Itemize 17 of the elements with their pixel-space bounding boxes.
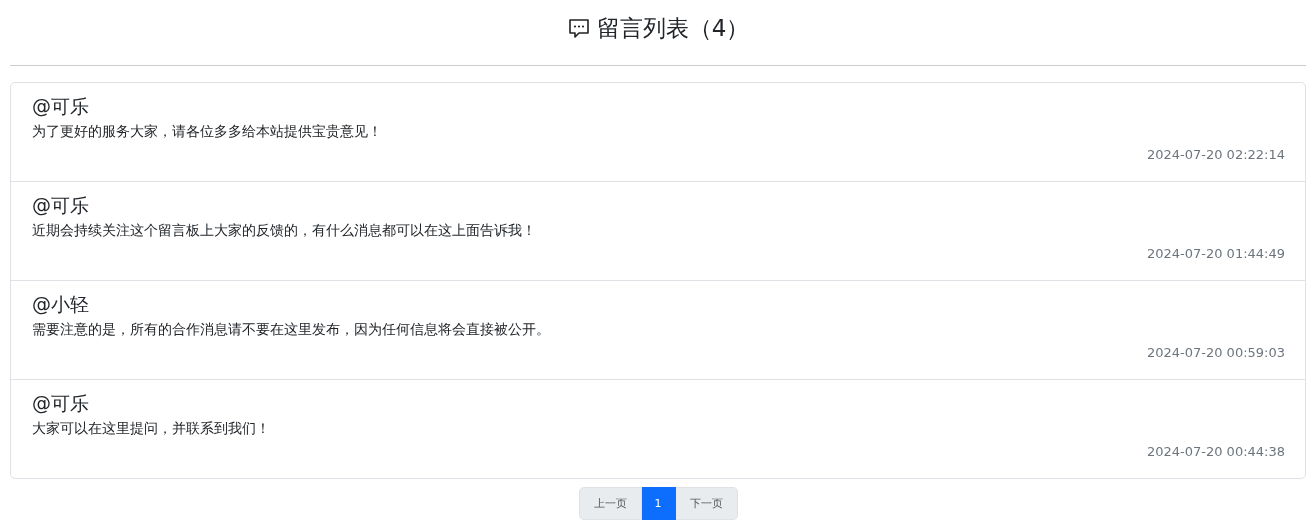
chat-icon — [566, 16, 591, 40]
message-author: @小轻 — [32, 292, 90, 317]
message-time: 2024-07-20 00:59:03 — [1146, 344, 1285, 362]
message-time: 2024-07-20 02:22:14 — [1146, 146, 1285, 164]
message-text: 需要注意的是，所有的合作消息请不要在这里发布，因为任何信息将会直接被公开。 — [32, 320, 551, 339]
message-author: @可乐 — [32, 391, 90, 416]
message-time: 2024-07-20 00:44:38 — [1146, 443, 1285, 461]
message-author: @可乐 — [32, 193, 90, 218]
message-text: 大家可以在这里提问，并联系到我们！ — [32, 419, 271, 438]
page-button[interactable]: 上一页 — [578, 487, 642, 520]
message-author: @可乐 — [32, 94, 90, 119]
page-title: 留言列表（4） — [596, 13, 750, 43]
page-button[interactable]: 1 — [641, 487, 676, 520]
message-text: 为了更好的服务大家，请各位多多给本站提供宝贵意见！ — [32, 122, 383, 141]
message-text: 近期会持续关注这个留言板上大家的反馈的，有什么消息都可以在这上面告诉我！ — [32, 221, 537, 240]
message-time: 2024-07-20 01:44:49 — [1146, 245, 1285, 263]
page-button[interactable]: 下一页 — [675, 487, 738, 520]
